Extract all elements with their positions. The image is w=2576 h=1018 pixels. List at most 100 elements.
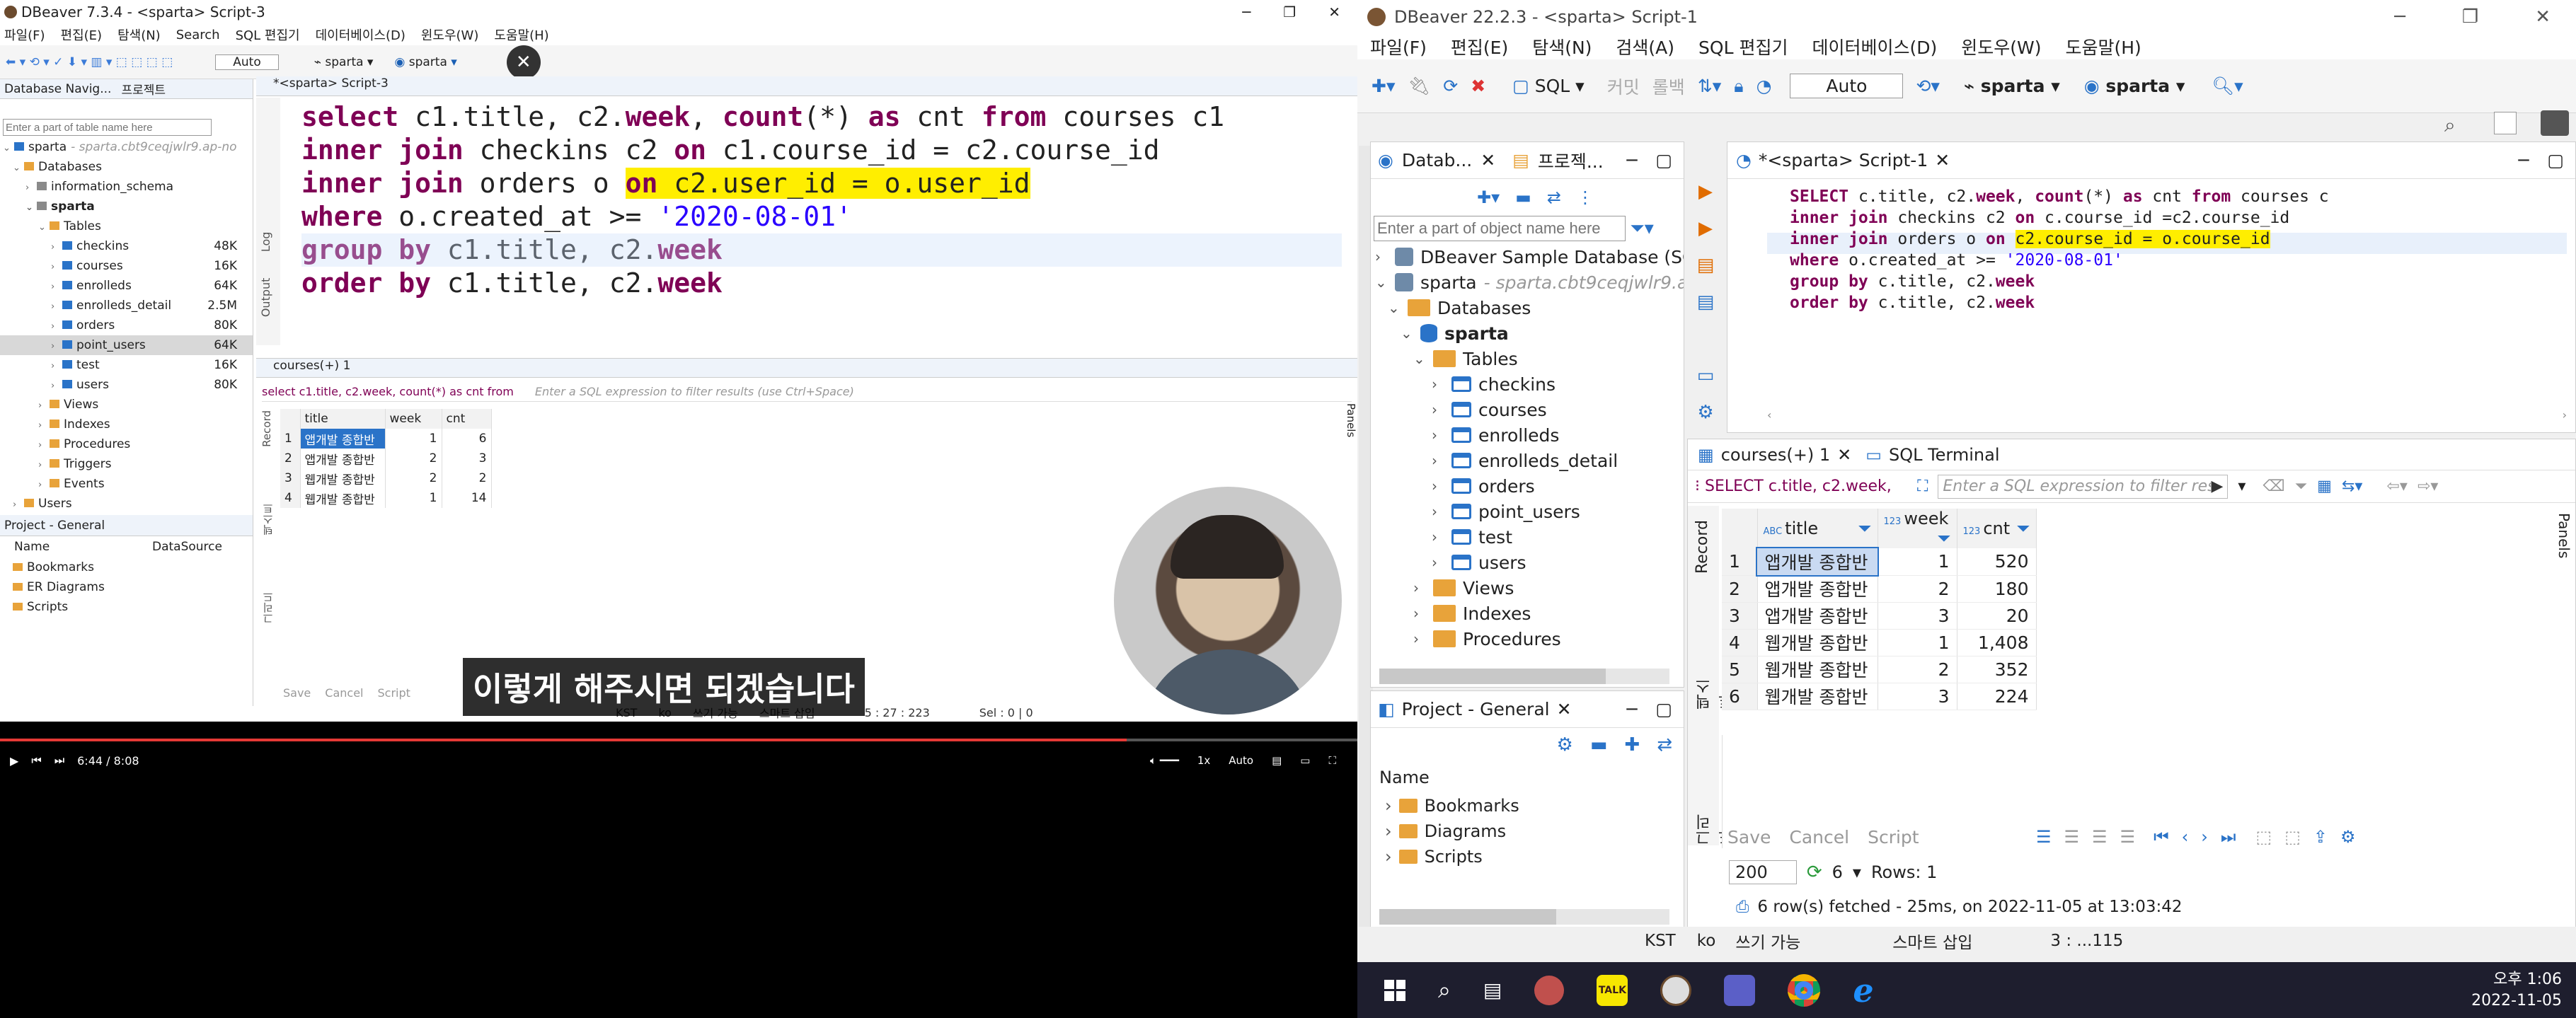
right-tree-conn[interactable]: ⌄ sparta - sparta.cbt9ceqjwlr9.a [1375, 270, 1684, 295]
play-icon[interactable]: ▶ [10, 754, 18, 768]
minimize-icon[interactable]: ─ [2394, 6, 2405, 28]
refresh-icon[interactable]: ⟳ [1807, 862, 1822, 883]
left-tree-table[interactable]: › enrolleds 64K [0, 276, 253, 296]
table-cell[interactable]: 1 [1878, 548, 1957, 576]
table-cell[interactable]: 웹개발 종합반 [300, 468, 386, 488]
table-cell[interactable]: 웹개발 종합반 [1757, 656, 1878, 683]
table-cell[interactable]: 앱개발 종합반 [1757, 575, 1878, 603]
table-cell[interactable]: 1 [385, 429, 442, 449]
expand-arrow-icon[interactable]: ⌄ [13, 158, 23, 178]
table-cell[interactable]: 1 [1878, 629, 1957, 657]
expand-arrow-icon[interactable]: › [51, 357, 61, 376]
grid-settings-icon[interactable]: ⚙ [2340, 827, 2356, 847]
subtitles-icon[interactable]: ▤ [1272, 754, 1282, 767]
left-tree-tables[interactable]: ⌄ Tables [0, 216, 253, 236]
right-tree-table[interactable]: › orders [1432, 473, 1535, 499]
table-row[interactable]: 5 웹개발 종합반 2 352 [1722, 656, 2037, 683]
left-menu-item[interactable]: 윈도우(W) [421, 25, 479, 44]
left-tree-folder[interactable]: › Events [0, 474, 253, 494]
right-results-filter-input[interactable]: Enter a SQL expression to filter res ▶ [1938, 474, 2229, 499]
left-conn-selector-1[interactable]: ⌁ sparta ▾ [314, 55, 374, 69]
expand-arrow-icon[interactable]: › [51, 317, 61, 337]
kakaotalk-icon[interactable]: TALK [1597, 974, 1628, 1006]
user-avatar[interactable] [2541, 110, 2569, 136]
expand-arrow-icon[interactable]: › [1432, 528, 1444, 545]
right-tree-folder[interactable]: ›Triggers [1413, 652, 1533, 655]
taskbar-search-icon[interactable]: ⌕ [1438, 976, 1451, 1004]
history-icon[interactable]: ⟲▾ [1916, 76, 1940, 96]
expand-arrow-icon[interactable]: › [1432, 376, 1444, 393]
dbeaver-taskbar-icon[interactable] [1660, 974, 1692, 1006]
left-tree-info-schema[interactable]: › information_schema [0, 177, 253, 197]
left-project-item[interactable]: Bookmarks [13, 557, 253, 577]
back-icon[interactable]: ⇦▾ [2386, 478, 2407, 495]
right-column-header[interactable]: ABC title ⏷ [1757, 509, 1878, 548]
table-cell[interactable]: 2 [385, 449, 442, 468]
left-tree-table[interactable]: › orders 80K [0, 316, 253, 335]
right-tree-folder[interactable]: › Views [1413, 575, 1514, 601]
close-icon[interactable]: ✕ [1328, 4, 1340, 21]
next-icon[interactable]: ⏭ [54, 753, 64, 768]
right-footer-button[interactable]: Save [1727, 827, 1771, 848]
connect-icon[interactable]: 🔌︎ [1408, 76, 1431, 97]
left-project-item[interactable]: ER Diagrams [13, 577, 253, 597]
nav-new-icon[interactable]: ✚▾ [1477, 187, 1500, 207]
left-tree-folder[interactable]: › Procedures [0, 434, 253, 454]
left-menu-item[interactable]: 탐색(N) [117, 25, 161, 44]
table-cell[interactable]: 앱개발 종합반 [300, 449, 386, 468]
expand-arrow-icon[interactable]: ⌄ [38, 218, 48, 238]
expand-arrow-icon[interactable]: › [38, 475, 48, 495]
right-editor-hscroll[interactable]: ‹ › [1767, 408, 2567, 422]
table-row[interactable]: 3 앱개발 종합반 3 20 [1722, 602, 2037, 630]
right-panels-tab[interactable]: Panels [2550, 513, 2572, 558]
maximize-panel-icon[interactable]: ▢ [1655, 150, 1672, 170]
left-results-side-tab[interactable]: 텍스트 [260, 504, 275, 536]
expand-arrow-icon[interactable]: › [13, 495, 23, 515]
left-footer-button[interactable]: Script [377, 686, 410, 700]
right-nav-filter-input[interactable] [1374, 216, 1626, 241]
filter-icon[interactable]: ⏷ [2295, 478, 2308, 495]
right-menu-item[interactable]: 탐색(N) [1532, 34, 1592, 59]
left-side-tab[interactable]: Log [259, 232, 272, 253]
right-menu-item[interactable]: 파일(F) [1370, 34, 1427, 59]
right-project-item[interactable]: › Bookmarks [1385, 793, 1684, 819]
table-cell[interactable]: 224 [1957, 683, 2037, 710]
expand-arrow-icon[interactable]: › [51, 337, 61, 357]
execute-statement-icon[interactable]: ▶ [1698, 181, 1713, 202]
settings-icon[interactable]: ⚙ [1697, 402, 1713, 423]
table-row[interactable]: 1 앱개발 종합반 1 520 [1722, 547, 2037, 577]
fetch-size-input[interactable]: 200 [1729, 860, 1797, 884]
table-row[interactable]: 2 앱개발 종합반 2 180 [1722, 575, 2037, 603]
invalidate-icon[interactable]: ⟳ [1443, 76, 1458, 96]
right-results-tab[interactable]: courses(+) 1 [1721, 445, 1830, 465]
left-tree-table[interactable]: › enrolleds_detail 2.5M [0, 296, 253, 316]
right-auto-field[interactable]: Auto [1790, 74, 1904, 98]
speed-button[interactable]: 1x [1197, 754, 1210, 767]
left-auto-field[interactable]: Auto [215, 54, 279, 70]
left-results-side-tab[interactable]: 그리드 [260, 592, 275, 624]
right-tree-db[interactable]: ⌄ sparta [1401, 320, 1509, 346]
pip-icon[interactable]: ▭ [1300, 754, 1310, 767]
dashboard-icon[interactable]: ◔ [1756, 76, 1772, 96]
grid-tool-1-icon[interactable]: ☰ [2036, 827, 2052, 847]
right-tree-tables[interactable]: ⌄ Tables [1413, 346, 1518, 371]
minimize-panel-icon[interactable]: ─ [2518, 150, 2529, 170]
new-connection-icon[interactable]: ✚▾ [1372, 76, 1396, 96]
expand-arrow-icon[interactable]: › [1375, 248, 1388, 265]
expand-arrow-icon[interactable]: › [38, 456, 48, 475]
close-icon[interactable]: ✕ [2535, 6, 2551, 28]
right-tree-table[interactable]: › enrolleds [1432, 422, 1559, 448]
expand-arrow-icon[interactable]: › [25, 178, 35, 198]
right-column-header[interactable]: 123 cnt ⏷ [1957, 509, 2037, 548]
teams-icon[interactable] [1724, 974, 1756, 1006]
right-project-hscroll[interactable] [1379, 909, 1669, 925]
expand-arrow-icon[interactable]: › [38, 416, 48, 436]
table-cell[interactable]: 2 [442, 468, 492, 488]
table-row[interactable]: 6 웹개발 종합반 3 224 [1722, 683, 2037, 710]
expand-arrow-icon[interactable]: › [51, 376, 61, 396]
terminal-icon[interactable]: ▭ [1697, 365, 1715, 386]
left-column-header[interactable]: title [300, 409, 386, 429]
next-page-icon[interactable]: › [2201, 827, 2208, 847]
expand-arrow-icon[interactable]: › [1413, 605, 1426, 622]
table-cell[interactable]: 웹개발 종합반 [1757, 629, 1878, 657]
